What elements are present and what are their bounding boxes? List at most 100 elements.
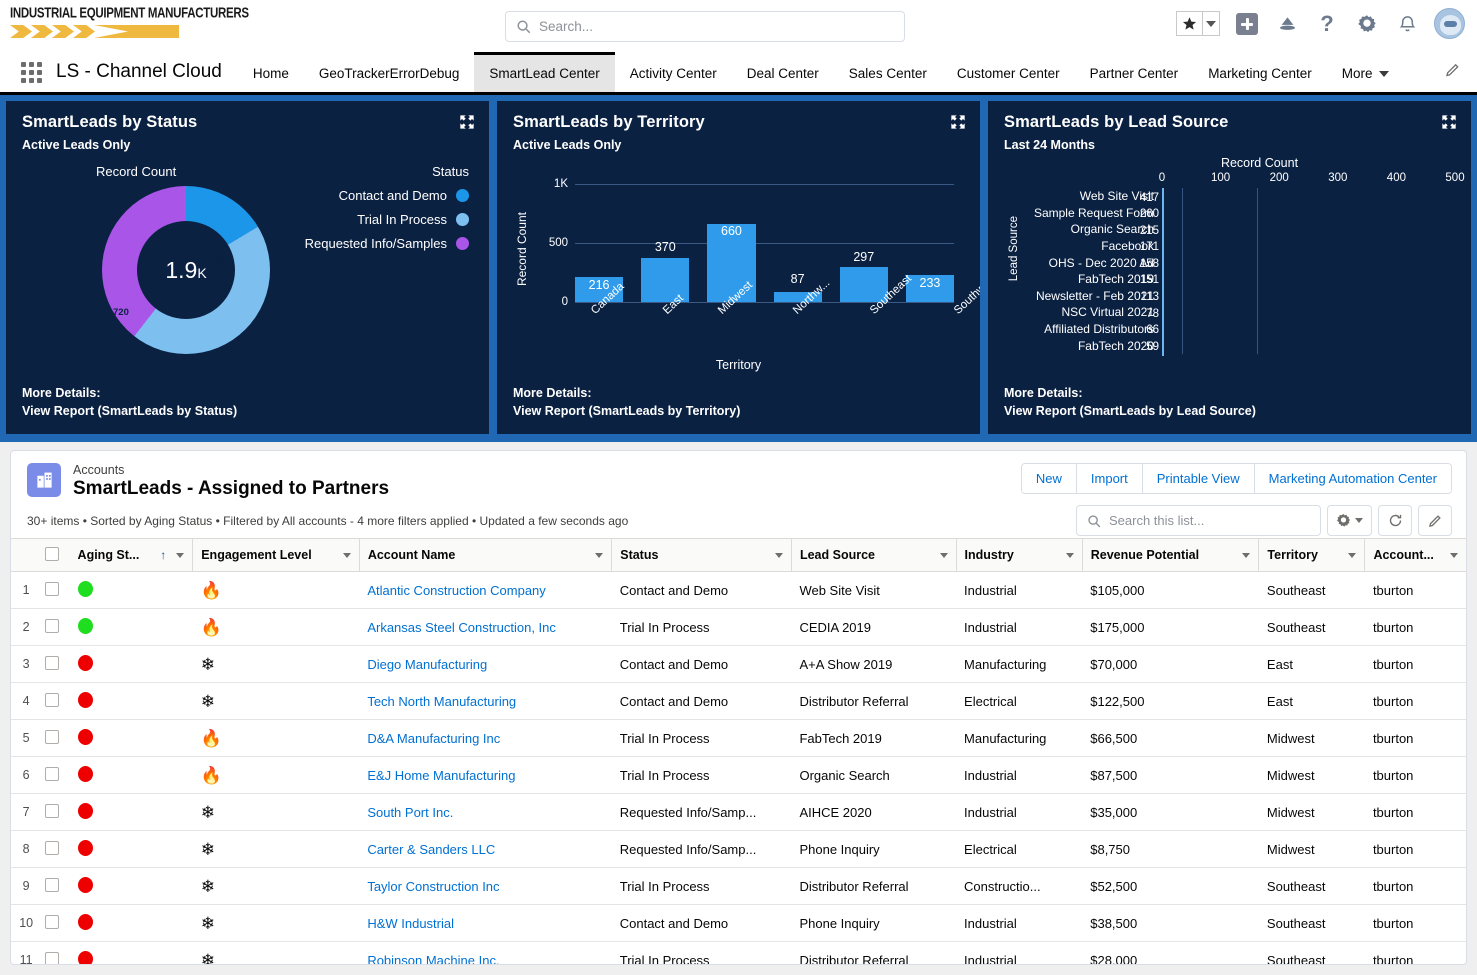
favorites-star-icon[interactable]	[1176, 11, 1202, 36]
account-name-link[interactable]: E&J Home Manufacturing	[367, 768, 515, 783]
nav-tab-deal-center[interactable]: Deal Center	[732, 52, 834, 92]
hbar-web-site-visit[interactable]: Web Site Visit 417	[1024, 188, 1455, 207]
favorites-caret-icon[interactable]	[1202, 11, 1220, 36]
row-select-cell[interactable]	[41, 719, 70, 757]
row-select-cell[interactable]	[41, 645, 70, 683]
table-row[interactable]: 11 ❄ Robinson Machine Inc. Trial In Process…	[11, 941, 1466, 965]
nav-tab-more[interactable]: More	[1327, 52, 1404, 92]
chevron-down-icon[interactable]	[1065, 552, 1074, 558]
help-icon[interactable]: ?	[1314, 11, 1340, 37]
table-row[interactable]: 5 🔥 D&A Manufacturing Inc Trial In Process F…	[11, 719, 1466, 757]
view-report-link[interactable]: View Report (SmartLeads by Lead Source)	[1004, 402, 1256, 420]
account-name-cell[interactable]: Robinson Machine Inc.	[359, 941, 612, 965]
nav-tab-customer-center[interactable]: Customer Center	[942, 52, 1075, 92]
row-checkbox[interactable]	[45, 914, 60, 929]
bar-east[interactable]: 370	[641, 184, 690, 302]
row-checkbox[interactable]	[45, 655, 60, 670]
account-name-cell[interactable]: Taylor Construction Inc	[359, 867, 612, 905]
row-checkbox[interactable]	[45, 951, 60, 964]
cloud-icon[interactable]	[1274, 11, 1300, 37]
edit-page-pencil-icon[interactable]	[1445, 62, 1461, 83]
legend-item-contact-and-demo[interactable]: Contact and Demo	[305, 188, 469, 203]
nav-tab-partner-center[interactable]: Partner Center	[1075, 52, 1194, 92]
account-name-cell[interactable]: South Port Inc.	[359, 793, 612, 831]
new-button[interactable]: New	[1021, 464, 1077, 493]
favorites-group[interactable]	[1176, 11, 1220, 36]
select-all-header[interactable]	[41, 538, 70, 572]
account-name-link[interactable]: Atlantic Construction Company	[367, 583, 545, 598]
chevron-down-icon[interactable]	[939, 552, 948, 558]
account-name-link[interactable]: Carter & Sanders LLC	[367, 842, 495, 857]
row-checkbox[interactable]	[45, 840, 60, 855]
row-checkbox[interactable]	[45, 692, 60, 707]
list-search-input[interactable]: Search this list...	[1076, 505, 1321, 536]
hbar-sample-request-form[interactable]: Sample Request Form 260	[1024, 204, 1455, 224]
column-header-aging-status[interactable]: Aging St... ↑	[69, 538, 194, 572]
row-select-cell[interactable]	[41, 941, 70, 964]
chevron-down-icon[interactable]	[1450, 552, 1458, 558]
user-avatar[interactable]	[1434, 8, 1465, 39]
account-name-link[interactable]: H&W Industrial	[367, 916, 454, 931]
column-header-industry[interactable]: Industry	[956, 538, 1083, 572]
view-report-link[interactable]: View Report (SmartLeads by Territory)	[513, 402, 740, 420]
row-checkbox[interactable]	[45, 618, 60, 633]
add-icon[interactable]	[1234, 11, 1260, 37]
hbar-organic-search[interactable]: Organic Search 215	[1024, 221, 1455, 241]
nav-tab-geotrackererrordebug[interactable]: GeoTrackerErrorDebug	[304, 52, 475, 92]
chevron-down-icon[interactable]	[595, 552, 604, 558]
row-select-cell[interactable]	[41, 904, 70, 942]
table-row[interactable]: 3 ❄ Diego Manufacturing Contact and Demo A+A…	[11, 645, 1466, 683]
table-row[interactable]: 8 ❄ Carter & Sanders LLC Requested Info/Sam…	[11, 830, 1466, 868]
row-select-cell[interactable]	[41, 793, 70, 831]
refresh-icon[interactable]	[1378, 505, 1412, 536]
account-name-cell[interactable]: Arkansas Steel Construction, Inc	[359, 608, 612, 646]
row-select-cell[interactable]	[41, 608, 70, 646]
account-name-link[interactable]: Arkansas Steel Construction, Inc	[367, 620, 556, 635]
notifications-bell-icon[interactable]	[1394, 11, 1420, 37]
account-name-cell[interactable]: Tech North Manufacturing	[359, 682, 612, 720]
expand-icon[interactable]	[1441, 114, 1457, 135]
column-header-status[interactable]: Status	[611, 538, 792, 572]
row-select-cell[interactable]	[41, 830, 70, 868]
account-name-link[interactable]: D&A Manufacturing Inc	[367, 731, 500, 746]
chevron-down-icon[interactable]	[1348, 552, 1357, 558]
account-name-cell[interactable]: H&W Industrial	[359, 904, 612, 942]
global-search-input[interactable]: Search...	[505, 11, 905, 42]
nav-tab-activity-center[interactable]: Activity Center	[615, 52, 732, 92]
row-checkbox[interactable]	[45, 803, 60, 818]
expand-icon[interactable]	[950, 114, 966, 135]
select-all-checkbox[interactable]	[45, 546, 60, 561]
account-name-link[interactable]: Diego Manufacturing	[367, 657, 487, 672]
import-button[interactable]: Import	[1076, 464, 1143, 493]
legend-item-requested-info-samples[interactable]: Requested Info/Samples	[305, 236, 469, 251]
account-name-cell[interactable]: Diego Manufacturing	[359, 645, 612, 683]
account-name-link[interactable]: Robinson Machine Inc.	[367, 953, 499, 965]
setup-gear-icon[interactable]	[1354, 11, 1380, 37]
app-launcher-icon[interactable]	[14, 52, 48, 92]
nav-tab-home[interactable]: Home	[238, 52, 304, 92]
account-name-cell[interactable]: E&J Home Manufacturing	[359, 756, 612, 794]
list-settings-gear-icon[interactable]	[1327, 505, 1372, 536]
table-row[interactable]: 10 ❄ H&W Industrial Contact and Demo Phone I…	[11, 904, 1466, 942]
chevron-down-icon[interactable]	[1242, 552, 1251, 558]
column-header-engagement-level[interactable]: Engagement Level	[192, 538, 360, 572]
hbar-nsc-virtual-2021[interactable]: NSC Virtual 2021 78	[1024, 304, 1455, 324]
nav-tab-sales-center[interactable]: Sales Center	[834, 52, 942, 92]
column-header-revenue-potential[interactable]: Revenue Potential	[1082, 538, 1260, 572]
bar-southwest[interactable]: 233	[905, 184, 955, 302]
row-select-cell[interactable]	[41, 756, 70, 794]
account-name-cell[interactable]: Atlantic Construction Company	[359, 571, 612, 609]
hbar-fabtech-2020[interactable]: FabTech 2020 59	[1024, 337, 1455, 357]
bar-southeast[interactable]: 297	[839, 184, 888, 302]
donut-ring[interactable]: 1.9K	[102, 186, 270, 354]
column-header-account-name[interactable]: Account Name	[359, 538, 613, 572]
column-header-account-owner[interactable]: Account...	[1364, 538, 1466, 572]
table-row[interactable]: 4 ❄ Tech North Manufacturing Contact and De…	[11, 682, 1466, 720]
marketing-automation-center-button[interactable]: Marketing Automation Center	[1254, 464, 1451, 493]
hbar-fabtech-2019[interactable]: FabTech 2019 151	[1024, 270, 1455, 290]
row-checkbox[interactable]	[45, 877, 60, 892]
chevron-down-icon[interactable]	[176, 552, 185, 558]
column-header-territory[interactable]: Territory	[1258, 538, 1366, 572]
row-select-cell[interactable]	[41, 867, 70, 905]
nav-tab-smartlead-center[interactable]: SmartLead Center	[474, 52, 615, 92]
